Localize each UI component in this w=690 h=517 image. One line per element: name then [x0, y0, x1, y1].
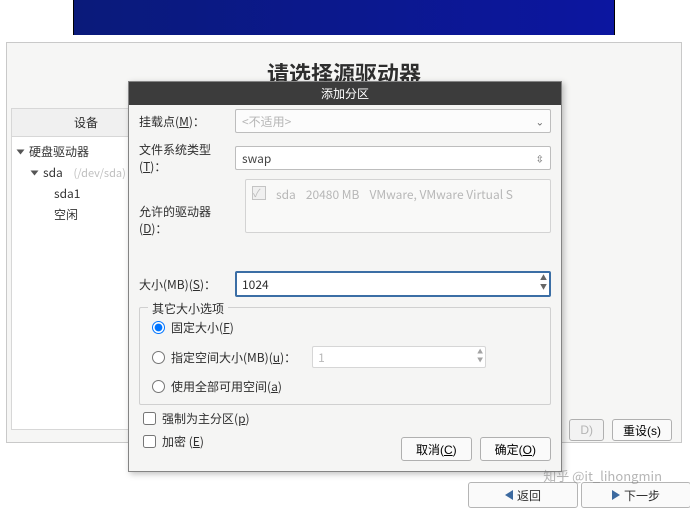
size-row: 大小(MB)(S)： 1024 ▲▼	[129, 267, 561, 301]
radio-fixed[interactable]	[152, 321, 165, 334]
next-button[interactable]: 下一步	[581, 482, 690, 508]
radio-fixed-label: 固定大小(F)	[171, 319, 234, 336]
watermark: 知乎 @it_lihongmin	[543, 466, 662, 485]
size-label: 大小(MB)(S)：	[139, 276, 235, 293]
radio-upto-row[interactable]: 指定空间大小(MB)(u)： 1▲▼	[148, 341, 542, 373]
fs-type-row: 文件系统类型(T)： swap ⇳	[129, 137, 561, 179]
mount-point-row: 挂载点(M)： <不适用> ⌄	[129, 105, 561, 137]
radio-all[interactable]	[152, 380, 165, 393]
spin-buttons[interactable]: ▲▼	[540, 274, 547, 292]
size-input[interactable]: 1024 ▲▼	[235, 271, 551, 297]
radio-all-label: 使用全部可用空间(a)	[171, 378, 282, 395]
combo-value: swap	[242, 150, 271, 167]
drive-size: 20480 MB	[306, 186, 360, 203]
tree-label: sda	[43, 164, 63, 181]
combo-value: <不适用>	[242, 113, 291, 130]
updown-icon: ⇳	[536, 151, 544, 166]
tree-label: 空闲	[54, 206, 78, 223]
upto-size-value: 1	[318, 349, 325, 366]
size-value: 1024	[242, 276, 269, 293]
encrypt-label: 加密 (E)	[162, 433, 204, 450]
add-partition-dialog: 添加分区 挂载点(M)： <不适用> ⌄ 文件系统类型(T)： swap ⇳ sda…	[128, 81, 562, 472]
reset-button[interactable]: 重设(s)	[612, 419, 672, 441]
upto-size-input: 1▲▼	[312, 346, 486, 368]
drive-desc: VMware, VMware Virtual S	[369, 186, 513, 203]
tree-label: 硬盘驱动器	[29, 143, 89, 160]
radio-upto-label: 指定空间大小(MB)(u)：	[171, 349, 296, 366]
group-legend: 其它大小选项	[148, 300, 228, 317]
mount-point-combo[interactable]: <不适用> ⌄	[235, 109, 551, 133]
other-size-group: 其它大小选项 固定大小(F) 指定空间大小(MB)(u)：1▲▼ 使用全部可用空…	[139, 307, 551, 405]
dialog-buttons: 取消(C) 确定(O)	[401, 437, 551, 461]
ok-button[interactable]: 确定(O)	[480, 437, 551, 461]
drive-name: sda	[276, 186, 296, 203]
radio-fixed-row[interactable]: 固定大小(F)	[148, 314, 542, 341]
expand-icon	[17, 149, 25, 154]
radio-all-row[interactable]: 使用全部可用空间(a)	[148, 373, 542, 400]
arrow-right-icon	[612, 490, 620, 500]
dialog-title: 添加分区	[129, 82, 561, 105]
drive-checkbox	[252, 186, 266, 200]
back-label: 返回	[517, 487, 541, 504]
chevron-down-icon: ⌄	[536, 114, 544, 129]
mount-point-label: 挂载点(M)：	[139, 113, 235, 130]
bg-button-row: D) 重设(s)	[569, 419, 672, 441]
tree-label: sda1	[54, 185, 80, 202]
drives-label-row: 允许的驱动器(D)：	[129, 199, 561, 241]
expand-icon	[31, 170, 39, 175]
fs-type-label: 文件系统类型(T)：	[139, 141, 235, 175]
bg-button-d: D)	[569, 419, 604, 441]
tree-dev-path: (/dev/sda)	[74, 165, 126, 181]
primary-label: 强制为主分区(p)	[162, 410, 250, 427]
arrow-left-icon	[505, 490, 513, 500]
allowable-drives-label: 允许的驱动器(D)：	[139, 203, 235, 237]
next-label: 下一步	[624, 487, 660, 504]
installer-banner	[73, 0, 615, 35]
encrypt-checkbox[interactable]	[143, 435, 156, 448]
radio-upto[interactable]	[152, 351, 165, 364]
primary-checkbox[interactable]	[143, 412, 156, 425]
primary-checkbox-row[interactable]: 强制为主分区(p)	[129, 407, 561, 430]
fs-type-combo[interactable]: swap ⇳	[235, 146, 551, 170]
back-button[interactable]: 返回	[468, 482, 578, 508]
cancel-button[interactable]: 取消(C)	[401, 437, 472, 461]
